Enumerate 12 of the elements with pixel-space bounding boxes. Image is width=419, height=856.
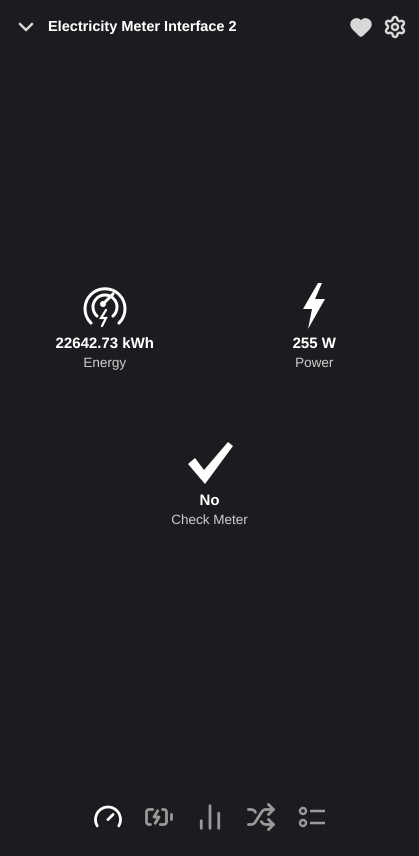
- window-title: Electricity Meter Interface 2: [48, 19, 238, 35]
- sensor-label: Energy: [83, 355, 126, 370]
- lightning-bolt-icon: [301, 283, 328, 329]
- sensor-value: 22642.73 kWh: [56, 335, 154, 352]
- checkmark-icon: [186, 440, 234, 486]
- sensor-label: Power: [295, 355, 334, 370]
- heart-icon[interactable]: [349, 15, 373, 39]
- sensor-value: 255 W: [292, 335, 336, 352]
- sensor-label: Check Meter: [171, 512, 248, 527]
- shuffle-icon[interactable]: [246, 802, 276, 832]
- sensor-value: No: [200, 492, 220, 509]
- settings-icon[interactable]: [383, 15, 407, 39]
